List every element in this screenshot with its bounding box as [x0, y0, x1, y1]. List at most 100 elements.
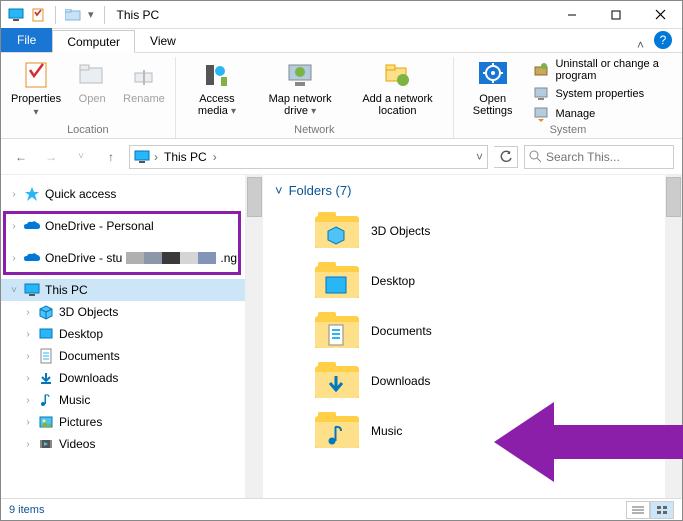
folder-icon	[315, 262, 359, 300]
large-icons-view-button[interactable]	[650, 501, 674, 519]
folder-documents[interactable]: Documents	[275, 306, 653, 356]
maximize-button[interactable]	[594, 1, 638, 29]
search-box[interactable]	[524, 145, 674, 169]
videos-icon	[37, 436, 55, 452]
desktop-icon	[37, 326, 55, 342]
rename-button[interactable]: Rename	[119, 57, 169, 107]
breadcrumb-sep-icon[interactable]: ›	[213, 150, 217, 164]
titlebar: ▾ This PC	[1, 1, 682, 29]
nav-documents[interactable]: › Documents	[1, 345, 245, 367]
breadcrumb-sep-icon[interactable]: ›	[154, 150, 158, 164]
nav-pictures[interactable]: › Pictures	[1, 411, 245, 433]
chevron-right-icon[interactable]: ›	[23, 395, 33, 406]
nav-3d-objects[interactable]: › 3D Objects	[1, 301, 245, 323]
qat-dropdown[interactable]: ▾	[86, 8, 96, 21]
manage-button[interactable]: Manage	[529, 105, 676, 123]
group-location-label: Location	[67, 124, 109, 138]
chevron-down-icon[interactable]: ˅	[9, 285, 19, 296]
group-system-label: System	[550, 124, 587, 138]
status-item-count: 9 items	[9, 504, 44, 516]
content-pane: ˅ Folders (7) 3D Objects Desktop	[246, 175, 682, 498]
chevron-right-icon[interactable]: ›	[23, 351, 33, 362]
help-icon[interactable]: ?	[654, 31, 672, 49]
system-properties-icon	[533, 86, 549, 102]
documents-icon	[37, 348, 55, 364]
redacted-text	[126, 252, 216, 264]
search-input[interactable]	[546, 150, 669, 164]
address-bar[interactable]: › This PC › ˅	[129, 145, 488, 169]
nav-onedrive-student[interactable]: › OneDrive - stu .ng	[1, 247, 245, 269]
folder-icon	[315, 312, 359, 350]
nav-quick-access[interactable]: › Quick access	[1, 183, 245, 205]
open-settings-button[interactable]: Open Settings	[460, 57, 526, 119]
nav-music[interactable]: › Music	[1, 389, 245, 411]
address-dropdown-icon[interactable]: ˅	[476, 150, 483, 164]
new-folder-qat-icon[interactable]	[64, 6, 82, 24]
uninstall-icon	[533, 62, 549, 78]
chevron-right-icon[interactable]: ›	[23, 329, 33, 340]
folder-desktop[interactable]: Desktop	[275, 256, 653, 306]
tab-computer[interactable]: Computer	[52, 30, 135, 53]
properties-qat-icon[interactable]	[29, 6, 47, 24]
music-icon	[37, 392, 55, 408]
folders-section-header[interactable]: ˅ Folders (7)	[275, 183, 653, 198]
ribbon-tabs: File Computer View ˄ ?	[1, 29, 682, 53]
chevron-right-icon[interactable]: ›	[23, 417, 33, 428]
minimize-button[interactable]	[550, 1, 594, 29]
ribbon-collapse-icon[interactable]: ˄	[633, 38, 648, 52]
onedrive-icon	[23, 218, 41, 234]
uninstall-program-button[interactable]: Uninstall or change a program	[529, 57, 676, 83]
onedrive-icon	[23, 250, 41, 266]
chevron-right-icon[interactable]: ›	[23, 307, 33, 318]
open-button[interactable]: Open	[69, 57, 115, 107]
access-media-button[interactable]: Access media ▾	[182, 57, 252, 119]
up-button[interactable]: ↑	[99, 145, 123, 169]
manage-icon	[533, 106, 549, 122]
close-button[interactable]	[638, 1, 682, 29]
pictures-icon	[37, 414, 55, 430]
folder-music[interactable]: Music	[275, 406, 653, 456]
chevron-right-icon[interactable]: ›	[9, 221, 19, 232]
chevron-right-icon[interactable]: ›	[9, 253, 19, 264]
group-network-label: Network	[294, 124, 334, 138]
breadcrumb-this-pc[interactable]: This PC	[162, 150, 209, 164]
forward-button[interactable]: →	[39, 145, 63, 169]
folder-icon	[315, 212, 359, 250]
this-pc-qat-icon	[7, 6, 25, 24]
system-properties-button[interactable]: System properties	[529, 85, 676, 103]
status-bar: 9 items	[1, 498, 682, 520]
tab-view[interactable]: View	[135, 29, 191, 52]
navigation-pane: › Quick access › OneDrive - Personal › O…	[1, 175, 246, 498]
chevron-right-icon[interactable]: ›	[23, 373, 33, 384]
refresh-button[interactable]	[494, 146, 518, 168]
chevron-right-icon[interactable]: ›	[9, 189, 19, 200]
properties-button[interactable]: Properties ▾	[7, 57, 65, 120]
recent-locations-dropdown[interactable]: ˅	[69, 145, 93, 169]
address-row: ← → ˅ ↑ › This PC › ˅	[1, 139, 682, 175]
downloads-icon	[37, 370, 55, 386]
this-pc-icon	[23, 282, 41, 298]
nav-videos[interactable]: › Videos	[1, 433, 245, 455]
window-title: This PC	[117, 8, 160, 22]
folder-icon	[315, 362, 359, 400]
folder-icon	[315, 412, 359, 450]
nav-onedrive-personal[interactable]: › OneDrive - Personal	[1, 215, 245, 237]
nav-downloads[interactable]: › Downloads	[1, 367, 245, 389]
back-button[interactable]: ←	[9, 145, 33, 169]
content-scrollbar-right[interactable]	[665, 175, 682, 498]
add-network-location-button[interactable]: Add a network location	[348, 57, 447, 119]
details-view-button[interactable]	[626, 501, 650, 519]
content-scrollbar-left[interactable]	[246, 175, 263, 498]
3d-objects-icon	[37, 304, 55, 320]
nav-desktop[interactable]: › Desktop	[1, 323, 245, 345]
this-pc-addr-icon	[134, 150, 150, 164]
quick-access-icon	[23, 186, 41, 202]
nav-this-pc[interactable]: ˅ This PC	[1, 279, 245, 301]
tab-file[interactable]: File	[1, 28, 52, 52]
folder-3d-objects[interactable]: 3D Objects	[275, 206, 653, 256]
chevron-right-icon[interactable]: ›	[23, 439, 33, 450]
map-network-drive-button[interactable]: Map network drive ▾	[256, 57, 344, 119]
chevron-down-icon[interactable]: ˅	[275, 183, 283, 198]
folder-downloads[interactable]: Downloads	[275, 356, 653, 406]
search-icon	[529, 150, 542, 163]
